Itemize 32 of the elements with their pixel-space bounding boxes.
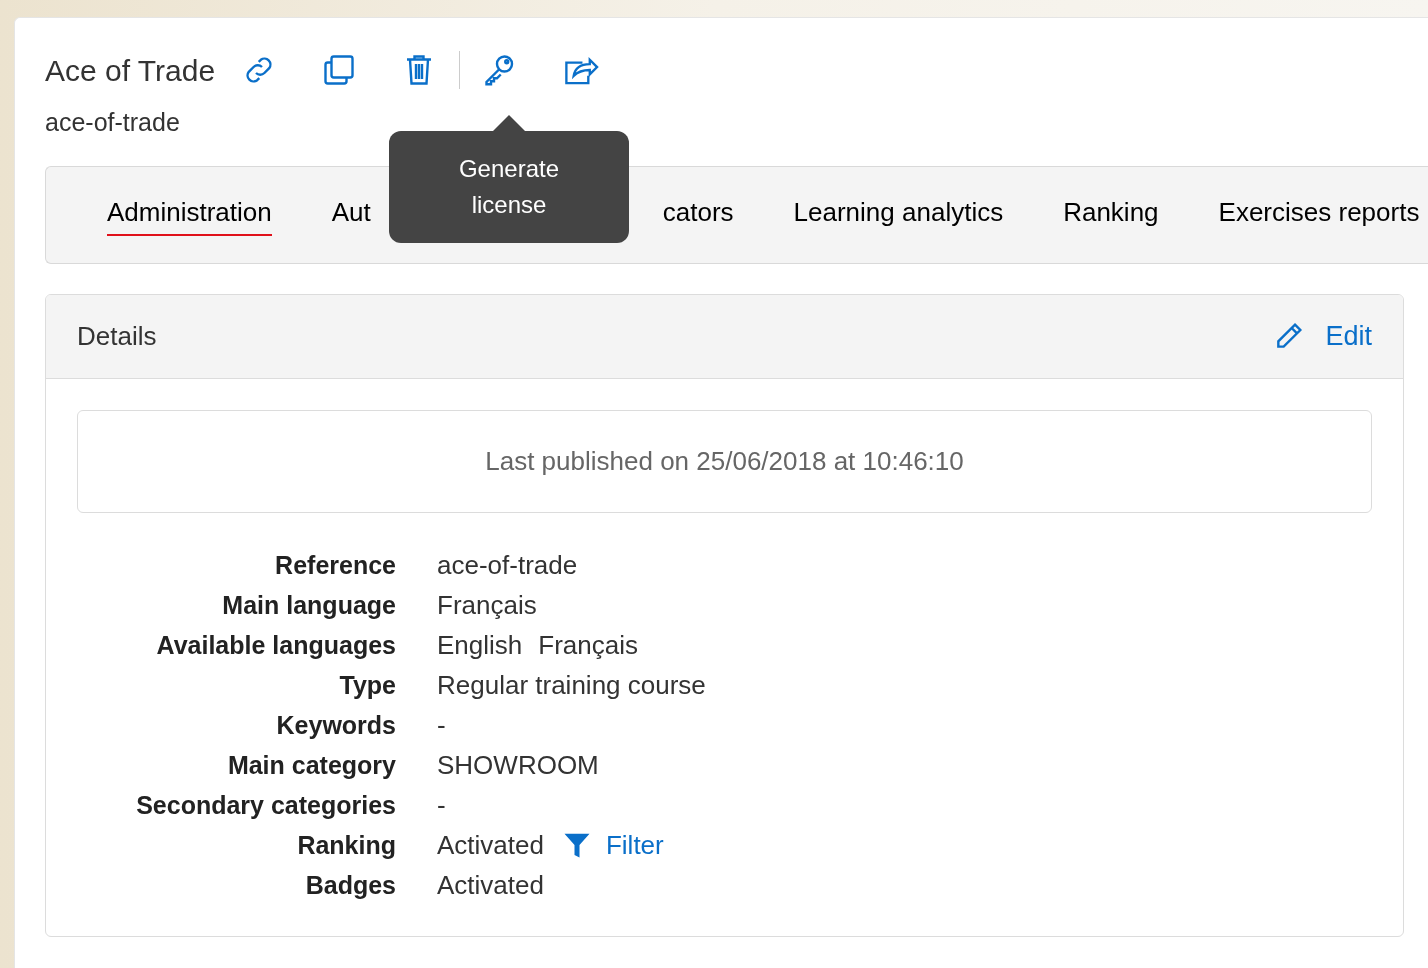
tab[interactable]: Aut [331, 193, 371, 236]
field-value: English [437, 628, 523, 661]
course-title: Ace of Trade [45, 52, 216, 89]
tooltip: Generate license [389, 115, 629, 243]
course-slug: ace-of-trade [45, 107, 181, 138]
tab[interactable]: Ranking [1063, 193, 1159, 236]
field-label: Type [338, 669, 396, 701]
field-value: Français [538, 628, 638, 661]
field-label: Available languages [155, 629, 396, 661]
field-label: Ranking [296, 829, 396, 861]
field-label: Main category [226, 749, 396, 781]
field-label: Keywords [275, 709, 396, 741]
field-value: - [437, 788, 446, 821]
field-value: Activated [437, 828, 544, 861]
field-value: Activated [437, 868, 544, 901]
panel-title: Details [77, 319, 157, 353]
filter-link[interactable]: Filter [561, 828, 664, 861]
tab[interactable]: Administration [107, 193, 272, 236]
field-value: Français [437, 588, 537, 621]
tab[interactable]: Exercises reports [1218, 193, 1420, 236]
edit-button[interactable]: Edit [1273, 315, 1372, 357]
field-value: SHOWROOM [437, 748, 599, 781]
tab[interactable]: cators [662, 193, 734, 236]
field-label: Main language [221, 589, 396, 621]
field-label: Secondary categories [135, 789, 396, 821]
field-label: Reference [274, 549, 396, 581]
field-value: Regular training course [437, 668, 706, 701]
published-notice: Last published on 25/06/2018 at 10:46:10 [77, 409, 1372, 513]
field-value: ace-of-trade [437, 548, 578, 581]
field-value: - [437, 708, 446, 741]
field-label: Badges [304, 869, 396, 901]
tab[interactable]: Learning analytics [793, 193, 1004, 236]
